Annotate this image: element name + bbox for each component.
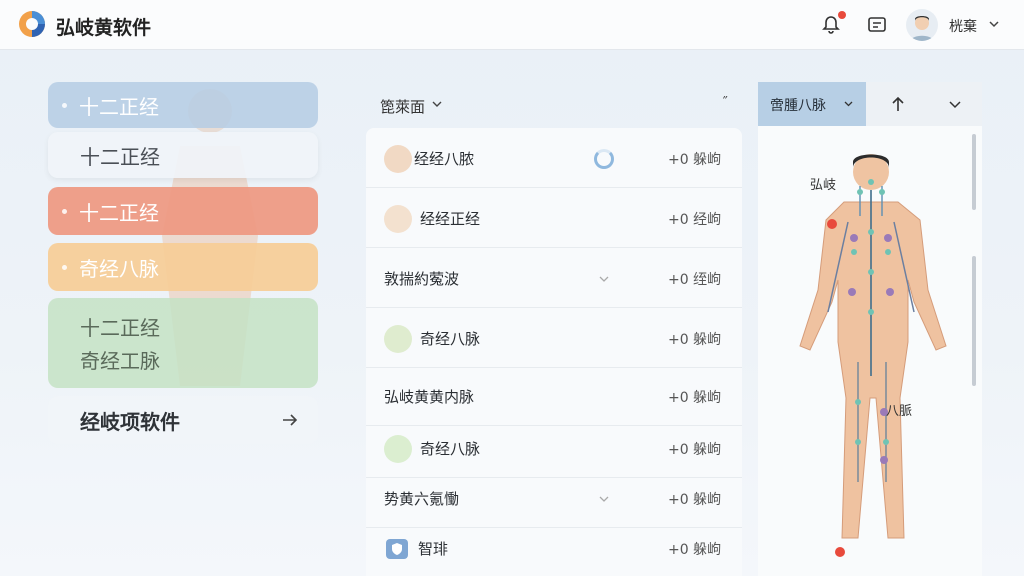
user-avatar[interactable] (906, 9, 938, 41)
list-item-name: 经经八脓 (414, 150, 475, 168)
chevron-down-icon[interactable] (948, 97, 962, 111)
tab-extra-meridians[interactable]: 啻腫八脉 (758, 82, 866, 126)
avatar (384, 434, 412, 463)
bullet-icon (62, 102, 67, 108)
sidebar-item-extra-meridians[interactable]: 奇经八脉 (48, 243, 318, 291)
list-item-name: 智琲 (418, 540, 449, 558)
list-item-name: 敦揣約蒬波 (384, 270, 460, 288)
top-bar: 弘岐黄软件 桄棄 (0, 0, 1024, 50)
human-body-meridian-diagram (799, 154, 947, 557)
list-item[interactable]: 经经八脓 +0 躲岣 (366, 130, 742, 188)
list-item-value: +0 躲岣 (668, 491, 722, 508)
diagram-label: 八脈 (886, 404, 913, 419)
tab-label: 啻腫八脉 (770, 98, 826, 114)
list-item-name: 经经正经 (420, 210, 481, 228)
sidebar-item-label-secondary: 奇经工脉 (80, 349, 160, 373)
list-item-value: +0 经岣 (668, 211, 722, 228)
sidebar-item-twelve-meridians-coral[interactable]: 十二正经 (48, 187, 318, 235)
scrollbar[interactable] (972, 256, 976, 386)
meridian-nav-panel: 十二正经 十二正经 十二正经 奇经八脉 十二正经 奇经工脉 经岐项软件 (30, 66, 342, 466)
sidebar-item-label: 十二正经 (80, 316, 160, 340)
chevron-down-icon[interactable] (432, 99, 442, 109)
list-filter-label[interactable]: 箆萊面 (380, 96, 425, 117)
list-item[interactable]: 智琲 +0 躲岣 (366, 520, 742, 576)
meridian-list: 经经八脓 +0 躲岣 经经正经 +0 经岣 敦揣約蒬波 +0 绖岣 奇经八脉 +… (366, 128, 742, 576)
list-item[interactable]: 弘岐黄黄内脉 +0 躲岣 (366, 368, 742, 426)
sidebar-item-label: 经岐项软件 (80, 409, 180, 434)
sidebar-item-label: 十二正经 (79, 200, 159, 225)
chevron-down-icon[interactable] (844, 99, 853, 108)
list-item-name: 奇经八脉 (420, 330, 481, 348)
arrow-up-icon[interactable] (888, 94, 908, 114)
list-item-name: 势黄六氪慟 (384, 490, 460, 508)
sidebar-item-twelve-meridians[interactable]: 十二正经 (48, 82, 318, 128)
sidebar-item-label: 十二正经 (79, 94, 159, 119)
list-item[interactable]: 经经正经 +0 经岣 (366, 190, 742, 248)
sidebar-item-combined[interactable]: 十二正经 奇经工脉 (48, 298, 318, 388)
list-item-name: 弘岐黄黄内脉 (384, 388, 475, 406)
list-item-value: +0 躲岣 (668, 331, 722, 348)
shield-icon (386, 538, 408, 559)
sidebar-item-label: 十二正经 (80, 144, 160, 169)
avatar (384, 324, 412, 353)
list-item-value: +0 绖岣 (668, 271, 722, 288)
scrollbar[interactable] (972, 134, 976, 210)
list-item-value: +0 躲岣 (668, 541, 722, 558)
chevron-down-icon[interactable] (598, 273, 610, 285)
sidebar-item-twelve-meridians-selected[interactable]: 十二正经 (48, 132, 318, 178)
chevron-down-icon[interactable] (598, 493, 610, 505)
app-title: 弘岐黄软件 (56, 17, 152, 39)
list-item-value: +0 躲岣 (668, 389, 722, 406)
bullet-icon (62, 208, 67, 214)
list-item-name: 奇经八脉 (420, 440, 481, 458)
list-item-value: +0 躲岣 (668, 151, 722, 168)
body-diagram-panel: 啻腫八脉 弘岐 八脈 (758, 82, 982, 576)
list-item[interactable]: 奇经八脉 +0 躲岣 (366, 310, 742, 368)
avatar (384, 144, 412, 173)
chevron-down-icon[interactable] (988, 18, 1000, 30)
list-item[interactable]: 敦揣約蒬波 +0 绖岣 (366, 250, 742, 308)
sidebar-item-software-link[interactable]: 经岐项软件 (48, 396, 318, 444)
sidebar-item-label: 奇经八脉 (79, 256, 159, 281)
panel-tabs: 啻腫八脉 (758, 82, 982, 126)
corner-mark: ˝ (721, 96, 729, 111)
loading-spinner-icon (594, 148, 614, 169)
arrow-right-icon[interactable] (280, 410, 300, 430)
notification-dot (838, 11, 846, 19)
bullet-icon (62, 264, 67, 270)
list-header: 箆萊面 ˝ (366, 86, 742, 124)
avatar (384, 204, 412, 233)
list-item-value: +0 躲岣 (668, 441, 722, 458)
user-name[interactable]: 桄棄 (949, 16, 977, 36)
diagram-label: 弘岐 (810, 178, 837, 193)
app-logo-icon[interactable] (17, 9, 47, 39)
message-icon[interactable] (866, 14, 888, 36)
